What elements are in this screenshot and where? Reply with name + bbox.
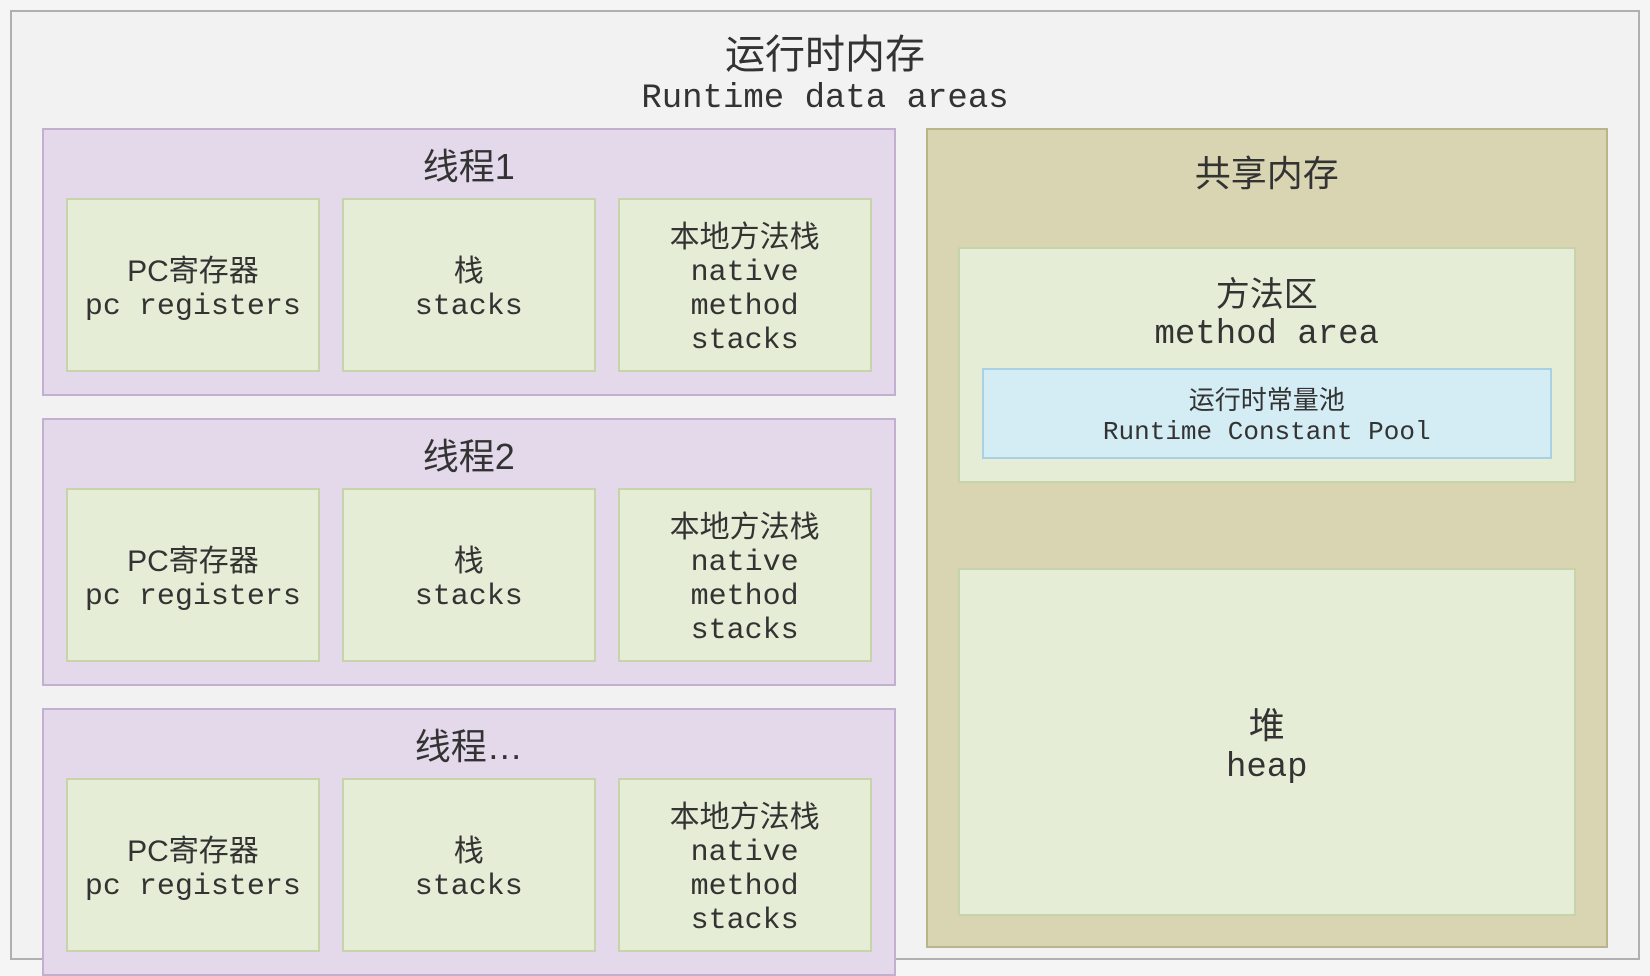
component-label-en: native method stacks [628, 546, 862, 648]
stacks-box: 栈 stacks [342, 488, 596, 662]
method-area-label-en: method area [982, 316, 1552, 354]
thread-box-1: 线程1 PC寄存器 pc registers 栈 stacks 本地方法栈 na… [42, 128, 896, 396]
component-label-cn: PC寄存器 [76, 246, 310, 290]
component-label-en: native method stacks [628, 256, 862, 358]
thread-box-2: 线程2 PC寄存器 pc registers 栈 stacks 本地方法栈 na… [42, 418, 896, 686]
component-label-en: pc registers [76, 870, 310, 904]
native-method-stacks-box: 本地方法栈 native method stacks [618, 488, 872, 662]
shared-memory-title: 共享内存 [958, 145, 1576, 197]
component-label-cn: 本地方法栈 [628, 502, 862, 546]
heap-box: 堆 heap [958, 568, 1576, 916]
thread-items: PC寄存器 pc registers 栈 stacks 本地方法栈 native… [66, 198, 872, 372]
component-label-en: native method stacks [628, 836, 862, 938]
thread-items: PC寄存器 pc registers 栈 stacks 本地方法栈 native… [66, 778, 872, 952]
pc-registers-box: PC寄存器 pc registers [66, 488, 320, 662]
native-method-stacks-box: 本地方法栈 native method stacks [618, 198, 872, 372]
runtime-data-areas-container: 运行时内存 Runtime data areas 线程1 PC寄存器 pc re… [10, 10, 1640, 960]
thread-title: 线程2 [66, 428, 872, 480]
component-label-en: pc registers [76, 580, 310, 614]
native-method-stacks-box: 本地方法栈 native method stacks [618, 778, 872, 952]
stacks-box: 栈 stacks [342, 198, 596, 372]
runtime-constant-pool-box: 运行时常量池 Runtime Constant Pool [982, 368, 1552, 459]
thread-items: PC寄存器 pc registers 栈 stacks 本地方法栈 native… [66, 488, 872, 662]
pc-registers-box: PC寄存器 pc registers [66, 778, 320, 952]
component-label-cn: 栈 [352, 246, 586, 290]
method-area-box: 方法区 method area 运行时常量池 Runtime Constant … [958, 247, 1576, 483]
shared-items: 方法区 method area 运行时常量池 Runtime Constant … [958, 247, 1576, 916]
component-label-cn: 栈 [352, 536, 586, 580]
component-label-cn: 本地方法栈 [628, 212, 862, 256]
shared-memory-column: 共享内存 方法区 method area 运行时常量池 Runtime Cons… [926, 128, 1608, 948]
stacks-box: 栈 stacks [342, 778, 596, 952]
component-label-en: stacks [352, 290, 586, 324]
component-label-cn: PC寄存器 [76, 536, 310, 580]
pc-registers-box: PC寄存器 pc registers [66, 198, 320, 372]
thread-title: 线程1 [66, 138, 872, 190]
heap-label-en: heap [978, 749, 1556, 787]
header-title-en: Runtime data areas [42, 80, 1608, 118]
main-content: 线程1 PC寄存器 pc registers 栈 stacks 本地方法栈 na… [42, 128, 1608, 948]
diagram-header: 运行时内存 Runtime data areas [42, 22, 1608, 118]
component-label-cn: 栈 [352, 826, 586, 870]
component-label-en: pc registers [76, 290, 310, 324]
thread-title: 线程… [66, 718, 872, 770]
heap-label-cn: 堆 [978, 697, 1556, 749]
header-title-cn: 运行时内存 [42, 22, 1608, 80]
thread-box-n: 线程… PC寄存器 pc registers 栈 stacks 本地方法栈 na… [42, 708, 896, 976]
component-label-en: stacks [352, 580, 586, 614]
component-label-cn: PC寄存器 [76, 826, 310, 870]
constant-pool-label-en: Runtime Constant Pool [994, 417, 1540, 447]
threads-column: 线程1 PC寄存器 pc registers 栈 stacks 本地方法栈 na… [42, 128, 896, 948]
component-label-cn: 本地方法栈 [628, 792, 862, 836]
method-area-label-cn: 方法区 [982, 267, 1552, 316]
constant-pool-label-cn: 运行时常量池 [994, 380, 1540, 417]
component-label-en: stacks [352, 870, 586, 904]
